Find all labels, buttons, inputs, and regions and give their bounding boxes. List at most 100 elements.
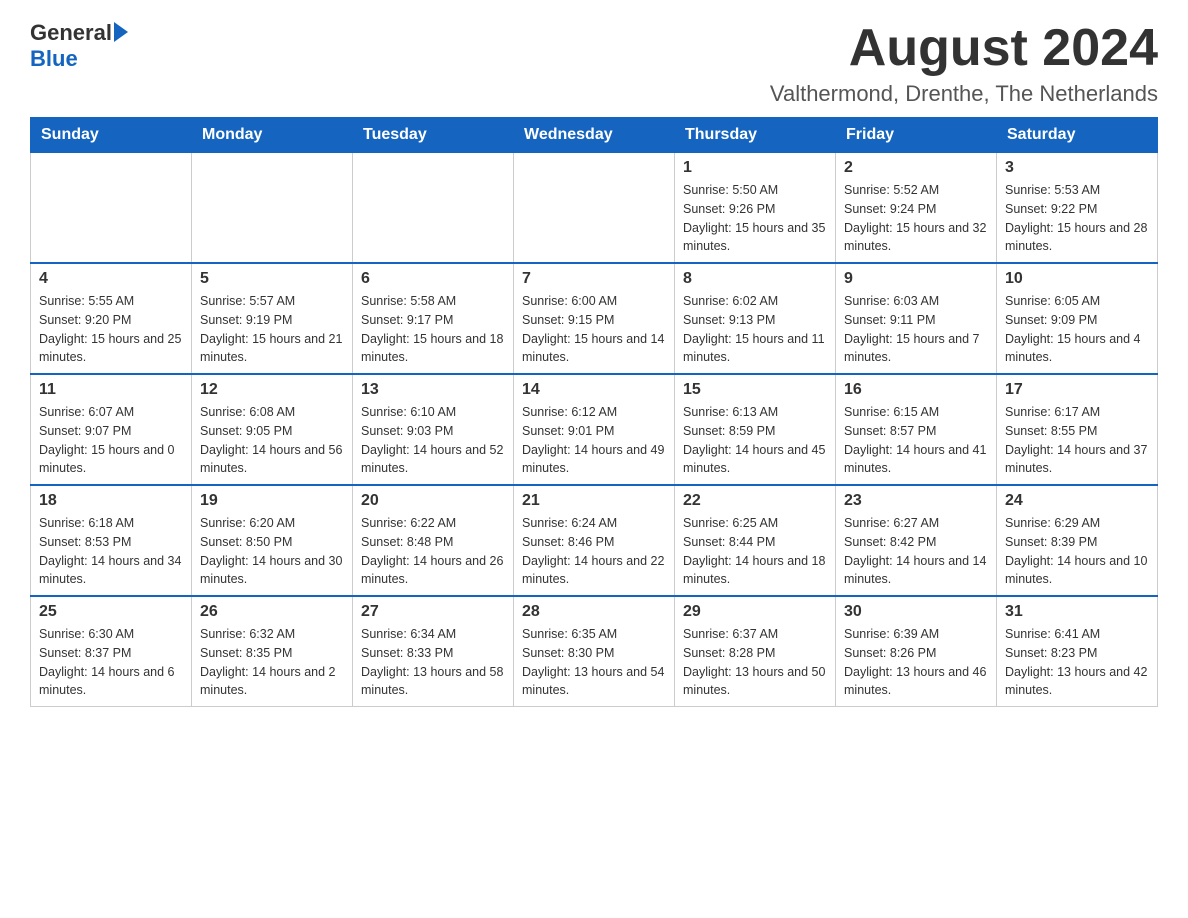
day-number: 23 [844, 492, 988, 510]
logo-blue-text: Blue [30, 46, 128, 72]
day-info: Sunrise: 6:13 AM Sunset: 8:59 PM Dayligh… [683, 403, 827, 478]
calendar-cell: 24Sunrise: 6:29 AM Sunset: 8:39 PM Dayli… [997, 485, 1158, 596]
calendar-cell [31, 153, 192, 264]
calendar-header: SundayMondayTuesdayWednesdayThursdayFrid… [31, 118, 1158, 153]
day-info: Sunrise: 5:57 AM Sunset: 9:19 PM Dayligh… [200, 292, 344, 367]
calendar-cell: 11Sunrise: 6:07 AM Sunset: 9:07 PM Dayli… [31, 374, 192, 485]
calendar-cell: 2Sunrise: 5:52 AM Sunset: 9:24 PM Daylig… [836, 153, 997, 264]
day-info: Sunrise: 6:12 AM Sunset: 9:01 PM Dayligh… [522, 403, 666, 478]
calendar-cell: 16Sunrise: 6:15 AM Sunset: 8:57 PM Dayli… [836, 374, 997, 485]
day-number: 10 [1005, 270, 1149, 288]
day-number: 6 [361, 270, 505, 288]
day-number: 18 [39, 492, 183, 510]
calendar-cell: 14 Sunrise: 6:12 AM Sunset: 9:01 PM Dayli… [514, 374, 675, 485]
calendar-cell: 18 Sunrise: 6:18 AM Sunset: 8:53 PM Dayli… [31, 485, 192, 596]
day-info: Sunrise: 6:24 AM Sunset: 8:46 PM Dayligh… [522, 514, 666, 589]
calendar-cell: 19 Sunrise: 6:20 AM Sunset: 8:50 PM Dayli… [192, 485, 353, 596]
day-info: Sunrise: 6:03 AM Sunset: 9:11 PM Dayligh… [844, 292, 988, 367]
day-info: Sunrise: 6:35 AM Sunset: 8:30 PM Dayligh… [522, 625, 666, 700]
calendar-cell: 1 Sunrise: 5:50 AM Sunset: 9:26 PM Daylig… [675, 153, 836, 264]
calendar-cell: 5 Sunrise: 5:57 AM Sunset: 9:19 PM Daylig… [192, 263, 353, 374]
day-info: Sunrise: 6:41 AM Sunset: 8:23 PM Dayligh… [1005, 625, 1149, 700]
week-row-3: 11Sunrise: 6:07 AM Sunset: 9:07 PM Dayli… [31, 374, 1158, 485]
day-info: Sunrise: 6:18 AM Sunset: 8:53 PM Dayligh… [39, 514, 183, 589]
calendar-cell [192, 153, 353, 264]
day-number: 22 [683, 492, 827, 510]
day-number: 14 [522, 381, 666, 399]
week-row-2: 4 Sunrise: 5:55 AM Sunset: 9:20 PM Daylig… [31, 263, 1158, 374]
day-number: 13 [361, 381, 505, 399]
calendar-cell: 23 Sunrise: 6:27 AM Sunset: 8:42 PM Dayli… [836, 485, 997, 596]
day-number: 16 [844, 381, 988, 399]
calendar-cell: 10 Sunrise: 6:05 AM Sunset: 9:09 PM Dayli… [997, 263, 1158, 374]
day-number: 26 [200, 603, 344, 621]
day-info: Sunrise: 6:05 AM Sunset: 9:09 PM Dayligh… [1005, 292, 1149, 367]
day-number: 1 [683, 159, 827, 177]
day-info: Sunrise: 6:00 AM Sunset: 9:15 PM Dayligh… [522, 292, 666, 367]
calendar-cell: 26Sunrise: 6:32 AM Sunset: 8:35 PM Dayli… [192, 596, 353, 707]
page-header: General Blue August 2024 Valthermond, Dr… [30, 20, 1158, 107]
day-number: 31 [1005, 603, 1149, 621]
calendar-cell: 3Sunrise: 5:53 AM Sunset: 9:22 PM Daylig… [997, 153, 1158, 264]
calendar-cell: 6Sunrise: 5:58 AM Sunset: 9:17 PM Daylig… [353, 263, 514, 374]
calendar-cell: 13 Sunrise: 6:10 AM Sunset: 9:03 PM Dayli… [353, 374, 514, 485]
calendar-cell: 21 Sunrise: 6:24 AM Sunset: 8:46 PM Dayli… [514, 485, 675, 596]
day-number: 25 [39, 603, 183, 621]
day-number: 9 [844, 270, 988, 288]
title-section: August 2024 Valthermond, Drenthe, The Ne… [770, 20, 1158, 107]
day-info: Sunrise: 6:20 AM Sunset: 8:50 PM Dayligh… [200, 514, 344, 589]
day-number: 24 [1005, 492, 1149, 510]
month-title: August 2024 [770, 20, 1158, 77]
day-info: Sunrise: 6:08 AM Sunset: 9:05 PM Dayligh… [200, 403, 344, 478]
day-number: 21 [522, 492, 666, 510]
day-info: Sunrise: 6:37 AM Sunset: 8:28 PM Dayligh… [683, 625, 827, 700]
day-info: Sunrise: 6:10 AM Sunset: 9:03 PM Dayligh… [361, 403, 505, 478]
header-day-tuesday: Tuesday [353, 118, 514, 153]
day-number: 29 [683, 603, 827, 621]
day-info: Sunrise: 5:52 AM Sunset: 9:24 PM Dayligh… [844, 181, 988, 256]
calendar-cell: 7 Sunrise: 6:00 AM Sunset: 9:15 PM Daylig… [514, 263, 675, 374]
calendar-cell: 12 Sunrise: 6:08 AM Sunset: 9:05 PM Dayli… [192, 374, 353, 485]
day-info: Sunrise: 5:53 AM Sunset: 9:22 PM Dayligh… [1005, 181, 1149, 256]
day-number: 17 [1005, 381, 1149, 399]
day-number: 30 [844, 603, 988, 621]
day-number: 12 [200, 381, 344, 399]
day-number: 27 [361, 603, 505, 621]
day-info: Sunrise: 6:22 AM Sunset: 8:48 PM Dayligh… [361, 514, 505, 589]
calendar-cell: 22 Sunrise: 6:25 AM Sunset: 8:44 PM Dayli… [675, 485, 836, 596]
day-number: 28 [522, 603, 666, 621]
calendar-cell: 29 Sunrise: 6:37 AM Sunset: 8:28 PM Dayli… [675, 596, 836, 707]
day-number: 7 [522, 270, 666, 288]
day-number: 20 [361, 492, 505, 510]
logo: General Blue [30, 20, 128, 72]
header-day-monday: Monday [192, 118, 353, 153]
day-info: Sunrise: 6:25 AM Sunset: 8:44 PM Dayligh… [683, 514, 827, 589]
logo-general-text: General [30, 20, 112, 46]
day-info: Sunrise: 6:02 AM Sunset: 9:13 PM Dayligh… [683, 292, 827, 367]
header-day-saturday: Saturday [997, 118, 1158, 153]
day-number: 15 [683, 381, 827, 399]
header-day-sunday: Sunday [31, 118, 192, 153]
week-row-4: 18 Sunrise: 6:18 AM Sunset: 8:53 PM Dayli… [31, 485, 1158, 596]
day-info: Sunrise: 5:55 AM Sunset: 9:20 PM Dayligh… [39, 292, 183, 367]
header-day-wednesday: Wednesday [514, 118, 675, 153]
calendar-cell: 28 Sunrise: 6:35 AM Sunset: 8:30 PM Dayli… [514, 596, 675, 707]
day-info: Sunrise: 6:17 AM Sunset: 8:55 PM Dayligh… [1005, 403, 1149, 478]
calendar-cell [353, 153, 514, 264]
header-row: SundayMondayTuesdayWednesdayThursdayFrid… [31, 118, 1158, 153]
calendar-cell: 15 Sunrise: 6:13 AM Sunset: 8:59 PM Dayli… [675, 374, 836, 485]
day-info: Sunrise: 6:30 AM Sunset: 8:37 PM Dayligh… [39, 625, 183, 700]
day-info: Sunrise: 5:50 AM Sunset: 9:26 PM Dayligh… [683, 181, 827, 256]
week-row-1: 1 Sunrise: 5:50 AM Sunset: 9:26 PM Daylig… [31, 153, 1158, 264]
day-number: 19 [200, 492, 344, 510]
calendar-cell: 30Sunrise: 6:39 AM Sunset: 8:26 PM Dayli… [836, 596, 997, 707]
calendar-cell: 27Sunrise: 6:34 AM Sunset: 8:33 PM Dayli… [353, 596, 514, 707]
day-info: Sunrise: 6:27 AM Sunset: 8:42 PM Dayligh… [844, 514, 988, 589]
calendar-cell [514, 153, 675, 264]
day-number: 8 [683, 270, 827, 288]
calendar-cell: 4 Sunrise: 5:55 AM Sunset: 9:20 PM Daylig… [31, 263, 192, 374]
header-day-friday: Friday [836, 118, 997, 153]
day-number: 5 [200, 270, 344, 288]
day-number: 4 [39, 270, 183, 288]
header-day-thursday: Thursday [675, 118, 836, 153]
